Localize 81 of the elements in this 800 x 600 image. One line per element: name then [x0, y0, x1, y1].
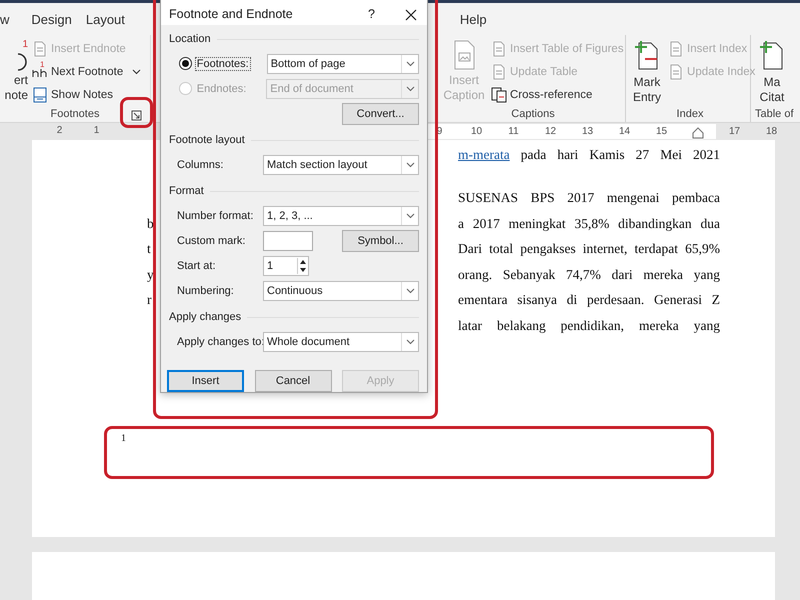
ruler-number: 1	[92, 124, 100, 138]
convert-button[interactable]: Convert...	[342, 102, 419, 124]
field-label: Numbering:	[177, 284, 235, 296]
cross-reference-icon	[491, 87, 507, 103]
ribbon-tab[interactable]: w	[0, 12, 32, 26]
dropdown[interactable]: Continuous	[263, 280, 419, 300]
text-line: ementara sisanya di perdesaan. Generasi Z	[458, 292, 720, 308]
spin-down-icon[interactable]	[298, 266, 308, 274]
ruler-number: 10	[470, 125, 484, 139]
ribbon-tab[interactable]: Design	[31, 12, 86, 26]
group-label: Captions	[511, 108, 555, 120]
ribbon-tab[interactable]: Help	[460, 12, 501, 26]
radio-label[interactable]: Footnotes:	[196, 58, 250, 70]
document-icon	[668, 41, 684, 57]
dropdown[interactable]: 1, 2, 3, ...	[263, 206, 419, 226]
text-line: m-merata pada hari Kamis 27 Mei 2021	[458, 146, 720, 163]
ruler-number: 15	[654, 125, 668, 139]
group-label: Footnotes	[50, 108, 100, 120]
chevron-down-icon	[406, 60, 414, 66]
field-label: Number format:	[177, 210, 254, 222]
text-fragment: t	[147, 241, 152, 258]
chevron-down-icon	[406, 212, 414, 218]
section-heading: Format	[169, 185, 204, 197]
ruler-number: 11	[507, 125, 520, 139]
ribbon-button[interactable]: Show Notes	[32, 85, 142, 105]
chevron-down-icon	[406, 288, 414, 294]
symbol-button[interactable]: Symbol...	[342, 230, 419, 252]
ribbon-tab[interactable]: Layout	[86, 12, 125, 26]
ruler-number: 12	[544, 125, 558, 139]
link[interactable]: m-merata	[458, 146, 510, 162]
field-label: Custom mark:	[177, 234, 246, 246]
document-icon	[668, 64, 684, 80]
text-line: a 2017 meningkat 35,8% dibandingkan dua	[458, 216, 720, 232]
indent-marker-icon[interactable]	[692, 126, 704, 139]
group-label: Index	[676, 108, 704, 120]
section-heading: Apply changes	[169, 311, 242, 323]
section-heading: Location	[169, 33, 211, 45]
group-label: Table of	[755, 108, 794, 120]
ruler-number: 17	[728, 125, 742, 139]
ribbon-large-button[interactable]: Ma Citat	[755, 39, 789, 105]
text-line: SUSENAS BPS 2017 mengenai pembaca	[458, 190, 720, 206]
dropdown[interactable]: Whole document	[263, 332, 419, 352]
document-icon	[491, 64, 507, 80]
spin-up-icon[interactable]	[298, 258, 308, 266]
footnote-icon	[18, 53, 28, 71]
field-label: Start at:	[177, 260, 217, 272]
ruler-number: 13	[580, 125, 594, 139]
field-label: Columns:	[177, 158, 224, 170]
input-field[interactable]	[263, 230, 313, 250]
dropdown[interactable]: Bottom of page	[266, 54, 419, 74]
dropdown[interactable]: Match section layout	[263, 154, 419, 174]
dialog-button[interactable]: Insert	[167, 370, 244, 392]
text-fragment: b	[147, 216, 153, 232]
chevron-down-icon	[406, 86, 414, 92]
ruler-number: 2	[56, 124, 64, 138]
chevron-down-icon	[406, 338, 414, 344]
help-button[interactable]: ?	[368, 7, 375, 21]
ruler-number: 18	[764, 125, 778, 139]
ribbon-button[interactable]: 1 Next Footnote	[32, 62, 142, 82]
dialog-button[interactable]: Cancel	[254, 370, 332, 392]
notes-icon	[32, 87, 48, 103]
ribbon-large-button[interactable]: Mark Entry	[630, 39, 664, 105]
field-label: Apply changes to:	[177, 336, 263, 348]
document-icon	[32, 41, 48, 57]
spinner-field[interactable]: 1	[263, 256, 309, 276]
dialog-launcher-icon[interactable]	[131, 110, 142, 121]
ribbon-large-button[interactable]: 1 ert note	[0, 39, 28, 105]
dialog-title: Footnote and Endnote	[169, 7, 294, 21]
footnote-number: 1	[121, 433, 126, 444]
radio-button[interactable]	[179, 57, 192, 70]
ruler-number: 14	[618, 125, 632, 139]
text-line: Dari total pengakses internet, terdapat 65,9%	[458, 241, 720, 258]
document-icon	[491, 41, 507, 57]
text-line: orang. Sebanyak 74,7% dari mereka yang	[458, 266, 720, 283]
text-fragment: r	[147, 292, 152, 308]
chevron-down-icon	[406, 162, 414, 168]
ribbon-button[interactable]: Cross-reference	[491, 85, 624, 105]
text-line: latar belakang pendidikan, mereka yang	[458, 318, 720, 334]
text-fragment: y	[147, 266, 153, 283]
section-heading: Footnote layout	[169, 134, 245, 146]
close-icon[interactable]	[405, 9, 417, 21]
